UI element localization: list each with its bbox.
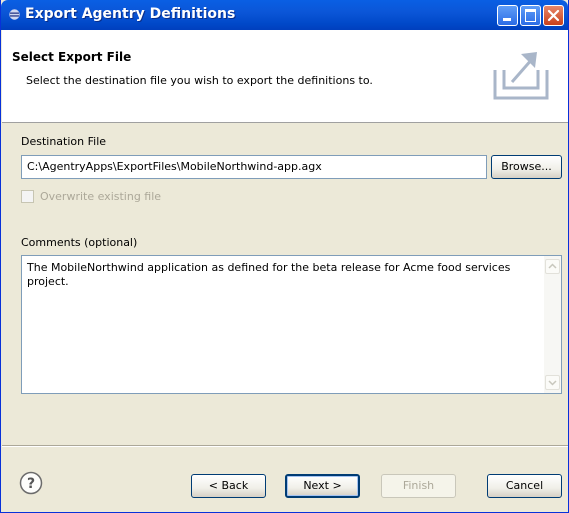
eclipse-icon: [9, 9, 20, 20]
scroll-up-button[interactable]: [545, 259, 560, 274]
overwrite-checkbox: [21, 190, 34, 203]
export-dialog: Export Agentry Definitions Select Export…: [0, 0, 569, 513]
maximize-button[interactable]: [520, 5, 541, 26]
chevron-down-icon: [548, 380, 557, 386]
comments-scrollbar[interactable]: [544, 256, 561, 393]
close-icon: [547, 9, 560, 22]
cancel-button[interactable]: Cancel: [487, 474, 562, 498]
back-button[interactable]: < Back: [191, 474, 266, 498]
close-button[interactable]: [543, 5, 564, 26]
scroll-down-button[interactable]: [545, 375, 560, 390]
minimize-button[interactable]: [497, 5, 518, 26]
export-wizard-icon: [493, 52, 549, 100]
button-bar-separator: [2, 445, 568, 447]
overwrite-label: Overwrite existing file: [40, 190, 162, 203]
window-title: Export Agentry Definitions: [25, 6, 236, 22]
chevron-up-icon: [548, 263, 557, 269]
page-title: Select Export File: [12, 50, 132, 64]
help-icon[interactable]: ?: [19, 471, 43, 495]
destination-file-input[interactable]: C:\AgentryApps\ExportFiles\MobileNorthwi…: [21, 155, 487, 179]
wizard-banner: Select Export File Select the destinatio…: [2, 30, 568, 123]
finish-button[interactable]: Finish: [381, 474, 456, 498]
svg-text:?: ?: [27, 476, 35, 492]
page-description: Select the destination file you wish to …: [26, 74, 373, 87]
comments-label: Comments (optional): [21, 236, 138, 249]
browse-button[interactable]: Browse...: [491, 155, 562, 179]
next-button[interactable]: Next >: [285, 474, 360, 498]
comments-text[interactable]: The MobileNorthwind application as defin…: [27, 261, 535, 289]
comments-textarea[interactable]: The MobileNorthwind application as defin…: [21, 255, 562, 394]
title-bar[interactable]: Export Agentry Definitions: [1, 0, 568, 30]
destination-file-label: Destination File: [21, 135, 107, 148]
